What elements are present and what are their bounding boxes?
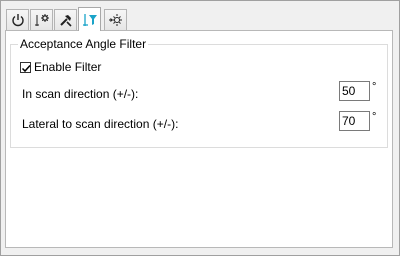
enable-filter-row[interactable]: Enable Filter — [20, 60, 101, 74]
tab-tools[interactable] — [54, 9, 77, 30]
scan-direction-label: In scan direction (+/-): — [22, 87, 139, 101]
scan-direction-unit: ° — [372, 81, 377, 93]
enable-filter-label: Enable Filter — [34, 60, 102, 74]
scan-direction-input[interactable] — [339, 81, 370, 101]
tab-scan-sun[interactable] — [104, 9, 127, 30]
tab-power[interactable] — [6, 9, 29, 30]
lateral-direction-input[interactable] — [339, 111, 370, 131]
lateral-direction-label: Lateral to scan direction (+/-): — [22, 117, 179, 131]
enable-filter-checkbox[interactable] — [20, 61, 31, 73]
tab-gear-adjust[interactable] — [30, 9, 53, 30]
tools-icon — [59, 15, 72, 27]
scan-sun-icon — [108, 14, 122, 26]
filter-icon — [82, 13, 97, 26]
gear-adjust-icon — [34, 14, 49, 26]
group-title: Acceptance Angle Filter — [18, 37, 149, 51]
power-icon — [11, 14, 24, 27]
tab-filter[interactable] — [78, 7, 101, 31]
checkmark-icon — [21, 64, 31, 72]
lateral-direction-unit: ° — [372, 111, 377, 123]
